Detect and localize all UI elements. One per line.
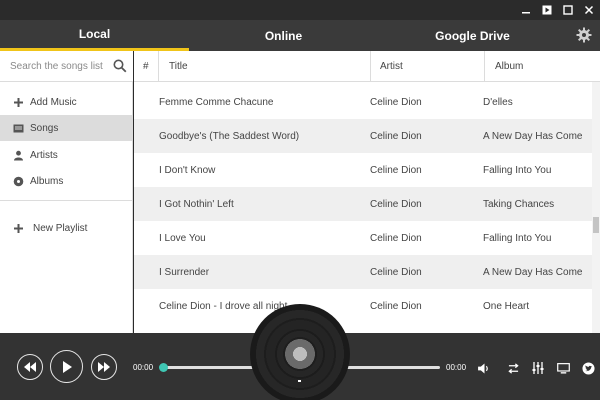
column-header-album[interactable]: Album	[495, 51, 523, 82]
sidebar-item-label: Albums	[30, 175, 64, 187]
songs-table: # Title Artist Album Femme Comme Chacune…	[134, 51, 600, 333]
cell-artist: Celine Dion	[370, 266, 422, 278]
fast-forward-icon	[98, 362, 110, 372]
twitter-icon[interactable]	[581, 361, 595, 375]
column-header-artist[interactable]: Artist	[380, 51, 403, 82]
table-row[interactable]: I Got Nothin' Left Celine Dion Taking Ch…	[134, 187, 592, 221]
time-total: 00:00	[446, 363, 467, 372]
table-row[interactable]: I Surrender Celine Dion A New Day Has Co…	[134, 255, 592, 289]
tab-local[interactable]: Local	[0, 20, 189, 51]
cell-artist: Celine Dion	[370, 232, 422, 244]
rewind-icon	[24, 362, 36, 372]
cell-album: A New Day Has Come	[483, 266, 583, 278]
tab-google-drive[interactable]: Google Drive	[378, 20, 567, 51]
table-row[interactable]: I Don't Know Celine Dion Falling Into Yo…	[134, 153, 592, 187]
sidebar-item-label: Songs	[30, 122, 59, 134]
close-icon[interactable]	[582, 3, 596, 17]
time-elapsed: 00:00	[133, 363, 154, 372]
previous-button[interactable]	[17, 354, 43, 380]
cell-title: I Got Nothin' Left	[159, 198, 234, 210]
title-bar	[0, 0, 600, 20]
play-icon	[62, 360, 72, 373]
cell-artist: Celine Dion	[370, 130, 422, 142]
cell-album: A New Day Has Come	[483, 130, 583, 142]
tab-bar: Local Online Google Drive	[0, 20, 600, 51]
volume-icon[interactable]	[477, 361, 491, 375]
column-divider	[158, 51, 159, 82]
cell-title: I Love You	[159, 232, 206, 244]
table-row[interactable]: I Love You Celine Dion Falling Into You	[134, 221, 592, 255]
album-icon	[13, 176, 24, 187]
screen-icon[interactable]	[556, 361, 570, 375]
table-header: # Title Artist Album	[134, 51, 600, 82]
artist-icon	[13, 150, 24, 161]
sidebar-item-new-playlist[interactable]: New Playlist	[0, 215, 133, 241]
sidebar-item-label: Add Music	[30, 96, 77, 108]
sidebar-item-songs[interactable]: Songs	[0, 115, 133, 141]
cell-title: Goodbye's (The Saddest Word)	[159, 130, 300, 142]
album-art-disc	[250, 304, 350, 400]
mini-player-icon[interactable]	[540, 3, 554, 17]
minimize-icon[interactable]	[519, 3, 533, 17]
table-row[interactable]: Femme Comme Chacune Celine Dion D'elles	[134, 85, 592, 119]
table-body: Femme Comme Chacune Celine Dion D'elles …	[134, 85, 592, 333]
column-divider	[484, 51, 485, 82]
maximize-icon[interactable]	[561, 3, 575, 17]
search-box	[0, 51, 133, 82]
column-header-title[interactable]: Title	[169, 51, 188, 82]
progress-handle[interactable]	[159, 363, 168, 372]
scrollbar-thumb[interactable]	[593, 217, 599, 233]
equalizer-icon[interactable]	[531, 361, 545, 375]
vinyl-disc	[250, 304, 350, 400]
sidebar: Add Music Songs Artists Albums New Playl…	[0, 51, 133, 333]
tab-online[interactable]: Online	[189, 20, 378, 51]
songs-icon	[13, 123, 24, 134]
cell-album: One Heart	[483, 300, 530, 312]
table-row[interactable]: Celine Dion - I drove all night Celine D…	[134, 289, 592, 323]
scrollbar[interactable]	[592, 82, 600, 333]
sidebar-item-add-music[interactable]: Add Music	[0, 89, 133, 115]
sidebar-divider	[0, 200, 133, 201]
column-header-number[interactable]: #	[143, 51, 149, 82]
sidebar-item-albums[interactable]: Albums	[0, 168, 133, 194]
play-button[interactable]	[50, 350, 83, 383]
gear-icon[interactable]	[576, 27, 592, 43]
cell-album: Falling Into You	[483, 164, 552, 176]
cell-title: I Don't Know	[159, 164, 216, 176]
cell-artist: Celine Dion	[370, 164, 422, 176]
sidebar-item-label: New Playlist	[33, 222, 88, 234]
plus-icon	[13, 97, 24, 108]
next-button[interactable]	[91, 354, 117, 380]
repeat-icon[interactable]	[506, 361, 520, 375]
table-row[interactable]: Goodbye's (The Saddest Word) Celine Dion…	[134, 119, 592, 153]
sidebar-item-artists[interactable]: Artists	[0, 142, 133, 168]
disc-indicator	[298, 380, 301, 382]
cell-artist: Celine Dion	[370, 96, 422, 108]
cell-album: Falling Into You	[483, 232, 552, 244]
cell-title: I Surrender	[159, 266, 210, 278]
cell-album: D'elles	[483, 96, 513, 108]
cell-artist: Celine Dion	[370, 198, 422, 210]
search-icon[interactable]	[113, 59, 127, 73]
search-input[interactable]	[0, 51, 108, 81]
cell-album: Taking Chances	[483, 198, 555, 210]
cell-title: Femme Comme Chacune	[159, 96, 274, 108]
column-divider	[370, 51, 371, 82]
cell-artist: Celine Dion	[370, 300, 422, 312]
plus-icon	[13, 223, 24, 234]
sidebar-item-label: Artists	[30, 149, 58, 161]
